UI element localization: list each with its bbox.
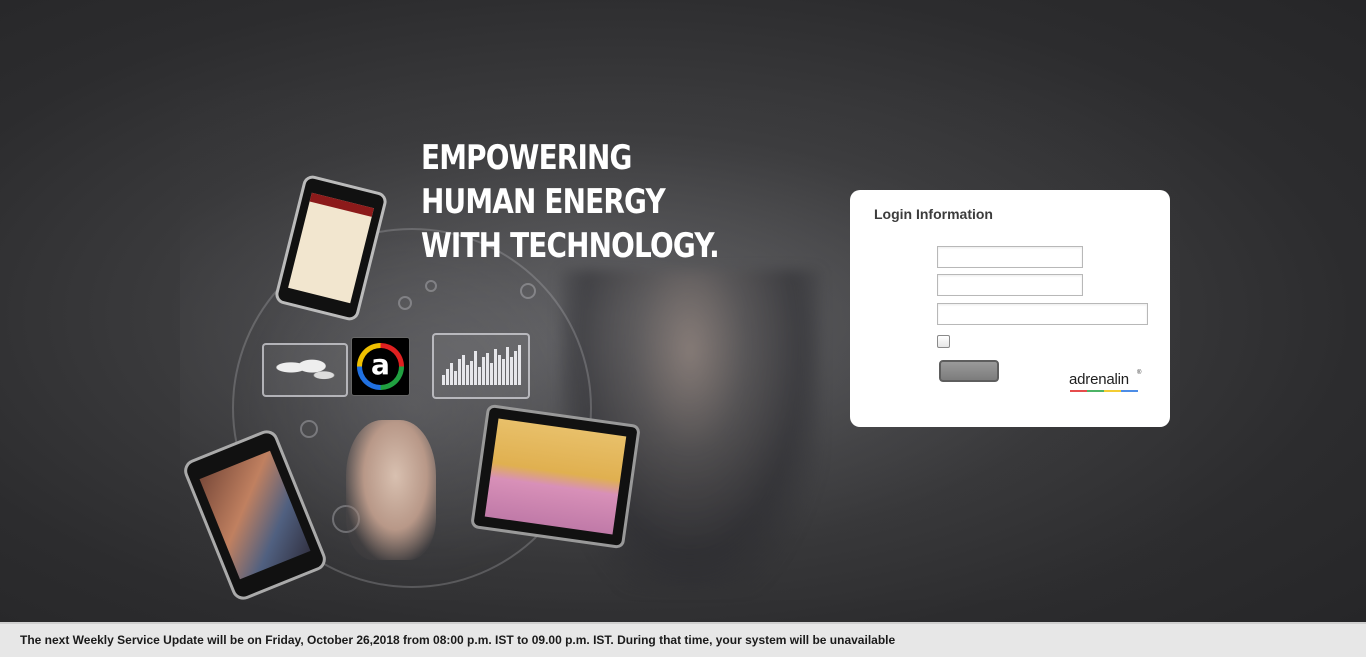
chart-bar-decoration: [514, 351, 517, 385]
chart-bar-decoration: [458, 359, 461, 385]
company-input[interactable]: [937, 303, 1148, 325]
brand-color-stripe: [1070, 390, 1138, 392]
chart-bar-decoration: [510, 357, 513, 385]
tagline-line-1: EMPOWERING: [421, 138, 632, 178]
registered-mark: ®: [1137, 370, 1142, 376]
chart-bar-decoration: [474, 351, 477, 385]
login-panel: Login Information adrenalin ®: [850, 190, 1170, 427]
service-notice-bar: The next Weekly Service Update will be o…: [0, 622, 1366, 657]
brand-logo: adrenalin: [1069, 371, 1129, 388]
bar-chart-icon: [432, 333, 530, 399]
chart-bar-decoration: [450, 363, 453, 385]
chart-bar-decoration: [442, 375, 445, 385]
hero-tagline: EMPOWERING HUMAN ENERGY WITH TECHNOLOGY.: [421, 136, 720, 268]
bubble-decoration: [300, 420, 318, 438]
chart-bar-decoration: [478, 367, 481, 385]
chart-bar-decoration: [490, 363, 493, 385]
tablet-icon: [470, 403, 641, 550]
chart-bar-decoration: [466, 365, 469, 385]
chart-bar-decoration: [502, 359, 505, 385]
chart-bar-decoration: [486, 353, 489, 385]
hand-image: [346, 420, 436, 560]
bubble-decoration: [520, 283, 536, 299]
chart-bar-decoration: [470, 361, 473, 385]
password-input[interactable]: [937, 274, 1083, 296]
service-notice-text: The next Weekly Service Update will be o…: [20, 633, 896, 647]
login-title: Login Information: [874, 206, 993, 222]
bubble-decoration: [398, 296, 412, 310]
world-map-icon: [262, 343, 348, 397]
username-input[interactable]: [937, 246, 1083, 268]
logo-letter: a: [362, 348, 399, 385]
chart-bar-decoration: [494, 349, 497, 385]
tagline-line-3: WITH TECHNOLOGY.: [421, 226, 720, 266]
tagline-line-2: HUMAN ENERGY: [421, 182, 666, 222]
remember-checkbox[interactable]: [937, 335, 950, 348]
login-button[interactable]: [939, 360, 999, 382]
bubble-decoration: [425, 280, 437, 292]
chart-bar-decoration: [518, 345, 521, 385]
chart-bar-decoration: [462, 355, 465, 385]
chart-bar-decoration: [446, 369, 449, 385]
chart-bar-decoration: [498, 355, 501, 385]
chart-bar-decoration: [506, 347, 509, 385]
chart-bar-decoration: [454, 371, 457, 385]
adrenalin-logo-icon: a: [351, 337, 410, 396]
chart-bar-decoration: [482, 357, 485, 385]
